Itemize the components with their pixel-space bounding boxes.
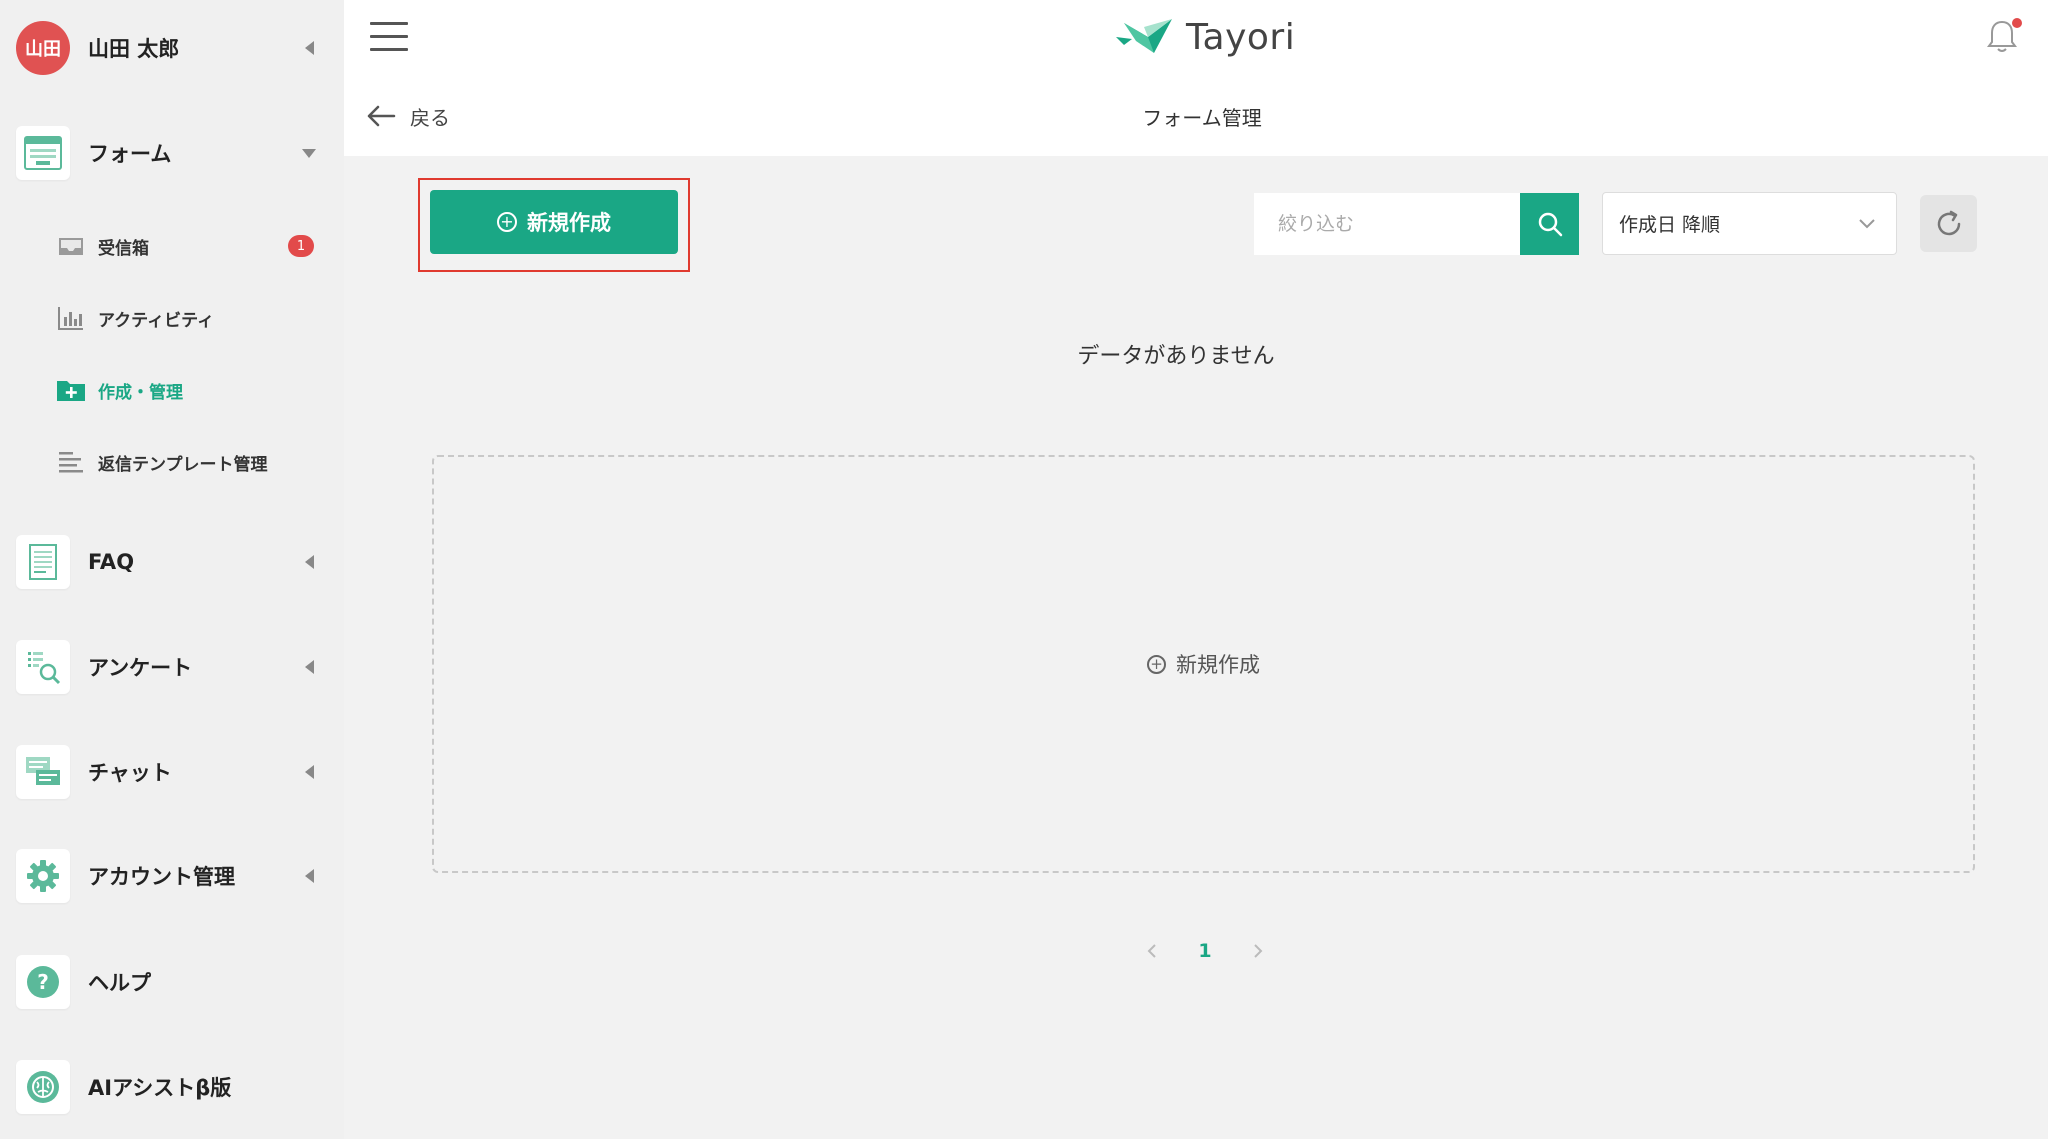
search-icon [1538, 212, 1562, 237]
create-new-button[interactable]: + 新規作成 [430, 190, 678, 254]
sidebar-item-label: AIアシストβ版 [88, 1076, 232, 1100]
chevron-left-icon [1147, 944, 1156, 958]
plus-circle-icon: + [497, 212, 517, 232]
search-button[interactable] [1520, 193, 1579, 255]
pagination: 1 [1140, 934, 1270, 968]
top-header: Tayori 戻る フォーム管理 [344, 0, 2048, 156]
sidebar-item-account[interactable]: アカウント管理 [16, 848, 326, 904]
empty-state-message: データがありません [1077, 344, 1275, 369]
empty-state-message-row: データがありません [0, 338, 2048, 370]
filter-search-input[interactable] [1254, 193, 1520, 255]
caret-left-icon [305, 41, 314, 55]
sidebar-subitem-activity[interactable]: アクティビティ [56, 298, 320, 338]
sort-selected-value: 作成日 降順 [1619, 214, 1721, 236]
caret-down-icon [302, 148, 316, 158]
refresh-icon [1937, 210, 1960, 235]
dropzone-label: 新規作成 [1176, 653, 1260, 677]
prev-page-button[interactable] [1140, 939, 1164, 963]
logo-text: Tayori [1186, 16, 1296, 58]
next-page-button[interactable] [1246, 939, 1270, 963]
dropzone-label-group: + 新規作成 [1147, 649, 1260, 679]
inbox-icon [56, 231, 86, 261]
create-new-dropzone[interactable]: + 新規作成 [432, 455, 1975, 873]
sort-order-select[interactable]: 作成日 降順 [1602, 192, 1897, 255]
sidebar-subitem-label: 受信箱 [98, 238, 149, 259]
chat-icon [16, 745, 70, 799]
notification-bell-icon[interactable] [1984, 18, 2024, 58]
refresh-button[interactable] [1920, 195, 1977, 252]
tayori-bird-icon [1116, 19, 1172, 53]
sidebar-item-faq[interactable]: FAQ [16, 534, 326, 590]
sidebar-item-ai-assist[interactable]: AIアシストβ版 [16, 1059, 326, 1115]
sidebar-item-survey[interactable]: アンケート [16, 639, 326, 695]
sidebar-subitem-reply-templates[interactable]: 返信テンプレート管理 [56, 442, 320, 482]
caret-left-icon [305, 660, 314, 674]
sidebar-item-label: フォーム [88, 142, 172, 166]
sidebar-item-form[interactable]: フォーム [16, 125, 326, 181]
sidebar-item-label: チャット [88, 761, 172, 785]
folder-plus-icon [56, 375, 86, 405]
ai-brain-icon [16, 1060, 70, 1114]
survey-icon [16, 640, 70, 694]
sidebar-subitem-label: アクティビティ [98, 310, 215, 331]
chevron-down-icon [1859, 219, 1875, 229]
svg-text:?: ? [37, 970, 49, 994]
create-button-highlight: + 新規作成 [418, 178, 690, 272]
chevron-right-icon [1254, 944, 1263, 958]
sidebar-item-help[interactable]: ? ヘルプ [16, 954, 326, 1010]
sidebar: 山田 山田 太郎 フォーム 受信箱 1 アクティビティ 作成・管理 返信テンプレ… [0, 0, 344, 1139]
sidebar-item-label: ヘルプ [88, 971, 151, 995]
hamburger-menu-icon[interactable] [370, 22, 408, 52]
create-new-label: 新規作成 [527, 211, 611, 235]
template-lines-icon [56, 447, 86, 477]
sidebar-subitem-create-manage[interactable]: 作成・管理 [56, 370, 320, 410]
tayori-logo[interactable]: Tayori [1114, 14, 1295, 60]
form-icon [16, 126, 70, 180]
caret-left-icon [305, 555, 314, 569]
plus-circle-icon: + [1147, 654, 1166, 674]
sidebar-item-label: アンケート [88, 656, 193, 680]
unread-badge: 1 [288, 235, 314, 257]
gear-icon [16, 849, 70, 903]
avatar: 山田 [16, 21, 70, 75]
faq-document-icon [16, 535, 70, 589]
user-menu[interactable]: 山田 山田 太郎 [16, 20, 326, 76]
sidebar-subitem-label: 返信テンプレート管理 [98, 454, 268, 475]
caret-left-icon [305, 765, 314, 779]
sidebar-item-label: FAQ [88, 550, 135, 574]
sidebar-item-chat[interactable]: チャット [16, 744, 326, 800]
activity-chart-icon [56, 303, 86, 333]
caret-left-icon [305, 869, 314, 883]
sidebar-subitem-label: 作成・管理 [98, 382, 183, 403]
page-number-current[interactable]: 1 [1198, 940, 1211, 962]
sidebar-subitem-inbox[interactable]: 受信箱 1 [56, 226, 320, 266]
user-name: 山田 太郎 [88, 37, 180, 61]
notification-dot [2012, 18, 2022, 28]
help-icon: ? [16, 955, 70, 1009]
sidebar-item-label: アカウント管理 [88, 865, 235, 889]
page-title: フォーム管理 [1142, 106, 1262, 130]
